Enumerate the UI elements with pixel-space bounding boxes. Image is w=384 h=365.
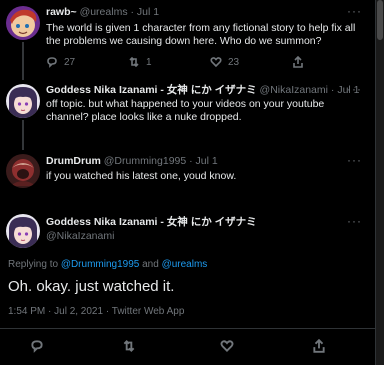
- tweet-text: off topic. but what happened to your vid…: [46, 98, 325, 123]
- tweet-timestamp[interactable]: 1:54 PM · Jul 2, 2021 · Twitter Web App: [8, 306, 184, 317]
- tweet-rawb[interactable]: rawb~ @urealms · Jul 1 ··· The world is …: [0, 0, 376, 80]
- replying-to-label: Replying to: [8, 259, 61, 270]
- more-options-icon[interactable]: ···: [347, 214, 362, 228]
- tweet-header: DrumDrum @Drumming1995 · Jul 1: [46, 155, 218, 168]
- thread-line: [22, 120, 24, 150]
- tweet-text: The world is given 1 character from any …: [46, 22, 356, 47]
- display-name[interactable]: rawb~: [46, 6, 77, 18]
- heart-icon: [210, 57, 222, 68]
- divider: [0, 328, 376, 329]
- handle[interactable]: @Drumming1995: [104, 155, 186, 167]
- handle-row: @NikaIzanami: [46, 230, 114, 243]
- mention-link[interactable]: @Drumming1995: [61, 259, 140, 270]
- thread-line: [22, 42, 24, 80]
- tweet-nika-1[interactable]: Goddess Nika Izanami - 女神 にか イザナミ @NikaI…: [0, 80, 376, 150]
- share-icon: [293, 56, 303, 68]
- reply-icon: [47, 57, 57, 68]
- retweet-icon: [129, 56, 139, 68]
- handle[interactable]: @NikaIzanami: [46, 230, 114, 242]
- scrollbar[interactable]: [376, 0, 384, 365]
- reply-icon[interactable]: [30, 339, 44, 353]
- retweet-button[interactable]: 1: [128, 56, 152, 68]
- timestamp[interactable]: · Jul 1: [131, 6, 160, 18]
- display-name[interactable]: DrumDrum: [46, 155, 101, 167]
- tweet-header: Goddess Nika Izanami - 女神 にか イザナミ @NikaI…: [46, 84, 360, 97]
- handle[interactable]: @NikaIzanami: [260, 84, 328, 96]
- reply-count: 27: [64, 56, 76, 68]
- focused-tweet-actions: [0, 337, 376, 355]
- share-icon[interactable]: [312, 339, 326, 353]
- scrollbar-thumb[interactable]: [377, 0, 383, 40]
- retweet-icon[interactable]: [122, 339, 136, 353]
- focused-tweet-text: Oh. okay. just watched it.: [8, 278, 175, 295]
- tweet-drumdrum[interactable]: DrumDrum @Drumming1995 · Jul 1 ··· if yo…: [0, 150, 376, 204]
- mention-link[interactable]: @urealms: [162, 259, 208, 270]
- share-button[interactable]: [292, 56, 304, 68]
- replying-to: Replying to @Drumming1995 and @urealms: [8, 259, 207, 270]
- heart-icon[interactable]: [220, 339, 234, 353]
- more-options-icon[interactable]: ···: [347, 4, 362, 18]
- like-button[interactable]: 23: [210, 56, 239, 68]
- display-name[interactable]: Goddess Nika Izanami - 女神 にか イザナミ: [46, 84, 257, 96]
- reply-button[interactable]: 27: [46, 56, 75, 68]
- timestamp[interactable]: · Jul 1: [189, 155, 218, 167]
- more-options-icon[interactable]: ···: [347, 82, 362, 96]
- display-name-row: Goddess Nika Izanami - 女神 にか イザナミ: [46, 216, 257, 229]
- avatar-drumdrum[interactable]: [6, 154, 40, 188]
- avatar-nika[interactable]: [6, 84, 40, 118]
- avatar-rawb[interactable]: [6, 6, 40, 40]
- tweet-header: rawb~ @urealms · Jul 1: [46, 6, 159, 19]
- tweet-actions: 27 1 23: [46, 56, 346, 70]
- retweet-count: 1: [146, 56, 152, 68]
- more-options-icon[interactable]: ···: [347, 153, 362, 167]
- tweet-text: if you watched his latest one, youd know…: [46, 170, 237, 182]
- like-count: 23: [228, 56, 240, 68]
- replying-to-and: and: [139, 259, 162, 270]
- display-name[interactable]: Goddess Nika Izanami - 女神 にか イザナミ: [46, 216, 257, 228]
- tweet-thread: rawb~ @urealms · Jul 1 ··· The world is …: [0, 0, 376, 365]
- handle[interactable]: @urealms: [80, 6, 128, 18]
- avatar-nika[interactable]: [6, 214, 40, 248]
